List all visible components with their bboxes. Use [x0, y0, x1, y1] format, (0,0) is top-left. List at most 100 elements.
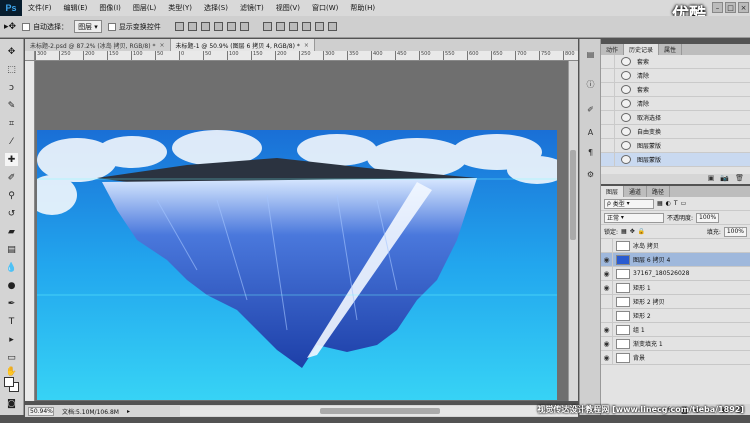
layer-row[interactable]: ◉ 组 1	[601, 322, 750, 337]
fill-field[interactable]: 100%	[723, 226, 747, 237]
layer-row[interactable]: 矩形 2	[601, 308, 750, 323]
move-tool-icon[interactable]: ✥	[5, 45, 18, 58]
type-tool-icon[interactable]: T	[5, 315, 18, 328]
layer-thumbnail[interactable]	[616, 254, 630, 265]
transform-controls-checkbox[interactable]: 显示变换控件	[107, 22, 161, 32]
history-state[interactable]: 图层蒙版	[601, 152, 750, 167]
visibility-eye-icon[interactable]: ◉	[601, 252, 613, 267]
history-state[interactable]: 取消选择	[601, 110, 750, 125]
document-canvas[interactable]	[37, 130, 557, 400]
zoom-level-field[interactable]: 50.94%	[28, 406, 54, 416]
tab-layers[interactable]: 图层	[601, 186, 625, 197]
gradient-tool-icon[interactable]: ▤	[5, 243, 18, 256]
history-brush-source[interactable]	[601, 82, 615, 97]
align-left-icon[interactable]	[213, 22, 223, 31]
history-brush-source[interactable]	[601, 68, 615, 83]
menu-type[interactable]: 类型(Y)	[162, 3, 198, 13]
layer-row[interactable]: ◉ 背景	[601, 350, 750, 365]
menu-layer[interactable]: 图层(L)	[127, 3, 162, 13]
align-bottom-icon[interactable]	[200, 22, 210, 31]
history-brush-source[interactable]	[601, 124, 615, 139]
blend-mode-select[interactable]: 正常 ▾	[604, 212, 664, 223]
layer-name[interactable]: 组 1	[633, 325, 645, 334]
tab-paths[interactable]: 路径	[647, 186, 671, 197]
layer-filter-select[interactable]: ρ 类型 ▾	[604, 198, 654, 209]
close-icon[interactable]: ×	[304, 42, 309, 49]
clone-stamp-tool-icon[interactable]: ⚲	[5, 189, 18, 202]
paragraph-panel-icon[interactable]: ¶	[585, 147, 596, 158]
menu-help[interactable]: 帮助(H)	[344, 3, 381, 13]
history-state[interactable]: 图层蒙版	[601, 138, 750, 153]
layer-name[interactable]: 冰岛 拷贝	[633, 241, 659, 250]
pen-tool-icon[interactable]: ✒	[5, 297, 18, 310]
info-panel-icon[interactable]: ⓘ	[585, 79, 596, 90]
menu-view[interactable]: 视图(V)	[270, 3, 306, 13]
visibility-eye-icon[interactable]: ◉	[601, 322, 613, 337]
menu-file[interactable]: 文件(F)	[22, 3, 58, 13]
align-hcenter-icon[interactable]	[226, 22, 236, 31]
layer-thumbnail[interactable]	[616, 338, 630, 349]
distribute-bottom-icon[interactable]	[288, 22, 298, 31]
visibility-eye-icon[interactable]	[601, 308, 613, 323]
close-icon[interactable]: ×	[738, 2, 749, 13]
layer-row[interactable]: ◉ 矩形 1	[601, 280, 750, 295]
layer-row[interactable]: 矩形 2 拷贝	[601, 294, 750, 309]
maximize-icon[interactable]: □	[725, 2, 736, 13]
layer-thumbnail[interactable]	[616, 352, 630, 363]
character-panel-icon[interactable]: A	[585, 127, 596, 138]
document-size[interactable]: 文档:5.10M/106.8M	[62, 407, 119, 416]
layer-thumbnail[interactable]	[616, 324, 630, 335]
layer-row[interactable]: ◉ 渐变填充 1	[601, 336, 750, 351]
new-document-from-state-icon[interactable]: ▣	[708, 174, 715, 184]
distribute-top-icon[interactable]	[262, 22, 272, 31]
visibility-eye-icon[interactable]: ◉	[601, 336, 613, 351]
layer-name[interactable]: 渐变填充 1	[633, 339, 663, 348]
eyedropper-tool-icon[interactable]: ⁄	[5, 135, 18, 148]
move-tool-icon[interactable]: ▸✥	[4, 22, 16, 32]
align-right-icon[interactable]	[239, 22, 249, 31]
tab-history[interactable]: 历史记录	[624, 44, 660, 55]
horizontal-scroll-thumb[interactable]	[320, 408, 440, 414]
visibility-eye-icon[interactable]: ◉	[601, 266, 613, 281]
lasso-tool-icon[interactable]: ↄ	[5, 81, 18, 94]
menu-window[interactable]: 窗口(W)	[306, 3, 344, 13]
menu-filter[interactable]: 滤镜(T)	[234, 3, 270, 13]
path-select-tool-icon[interactable]: ▸	[5, 333, 18, 346]
foreground-color-swatch[interactable]	[4, 377, 14, 387]
history-panel-icon[interactable]: ▤	[585, 49, 596, 60]
visibility-eye-icon[interactable]	[601, 238, 613, 253]
menu-image[interactable]: 图像(I)	[93, 3, 127, 13]
opacity-field[interactable]: 100%	[696, 212, 720, 223]
menu-edit[interactable]: 编辑(E)	[58, 3, 94, 13]
filter-pixel-icon[interactable]: ▦	[657, 200, 663, 207]
layer-thumbnail[interactable]	[616, 240, 630, 251]
history-brush-source[interactable]	[601, 54, 615, 69]
history-brush-source[interactable]	[601, 152, 615, 167]
distribute-hcenter-icon[interactable]	[314, 22, 324, 31]
auto-select-dropdown[interactable]: 图层 ▾	[74, 20, 102, 33]
tab-document-1[interactable]: 未标题-1 @ 50.9% (图层 6 拷贝 4, RGB/8) * ×	[170, 39, 315, 51]
lock-pixels-icon[interactable]: ▦	[621, 228, 627, 235]
history-state[interactable]: 清除	[601, 96, 750, 111]
crop-tool-icon[interactable]: ⌗	[5, 117, 18, 130]
layer-thumbnail[interactable]	[616, 282, 630, 293]
layer-name[interactable]: 矩形 2	[633, 311, 651, 320]
history-state[interactable]: 清除	[601, 68, 750, 83]
layer-name[interactable]: 矩形 1	[633, 283, 651, 292]
layer-thumbnail[interactable]	[616, 310, 630, 321]
history-brush-source[interactable]	[601, 96, 615, 111]
history-brush-tool-icon[interactable]: ↺	[5, 207, 18, 220]
layer-row[interactable]: 冰岛 拷贝	[601, 238, 750, 253]
history-state[interactable]: 自由变换	[601, 124, 750, 139]
visibility-eye-icon[interactable]	[601, 294, 613, 309]
auto-select-checkbox[interactable]: 自动选择：	[22, 22, 68, 32]
visibility-eye-icon[interactable]: ◉	[601, 280, 613, 295]
tab-channels[interactable]: 通道	[624, 186, 648, 197]
history-state[interactable]: 套索	[601, 54, 750, 69]
vertical-scroll-thumb[interactable]	[570, 150, 576, 240]
history-state[interactable]: 套索	[601, 82, 750, 97]
layer-name[interactable]: 矩形 2 拷贝	[633, 297, 665, 306]
filter-type-icon[interactable]: T	[674, 200, 678, 207]
tab-document-2[interactable]: 未标题-2.psd @ 87.2% (冰岛 拷贝, RGB/8) * ×	[25, 39, 171, 51]
layer-name[interactable]: 37167_180526028	[633, 270, 689, 277]
